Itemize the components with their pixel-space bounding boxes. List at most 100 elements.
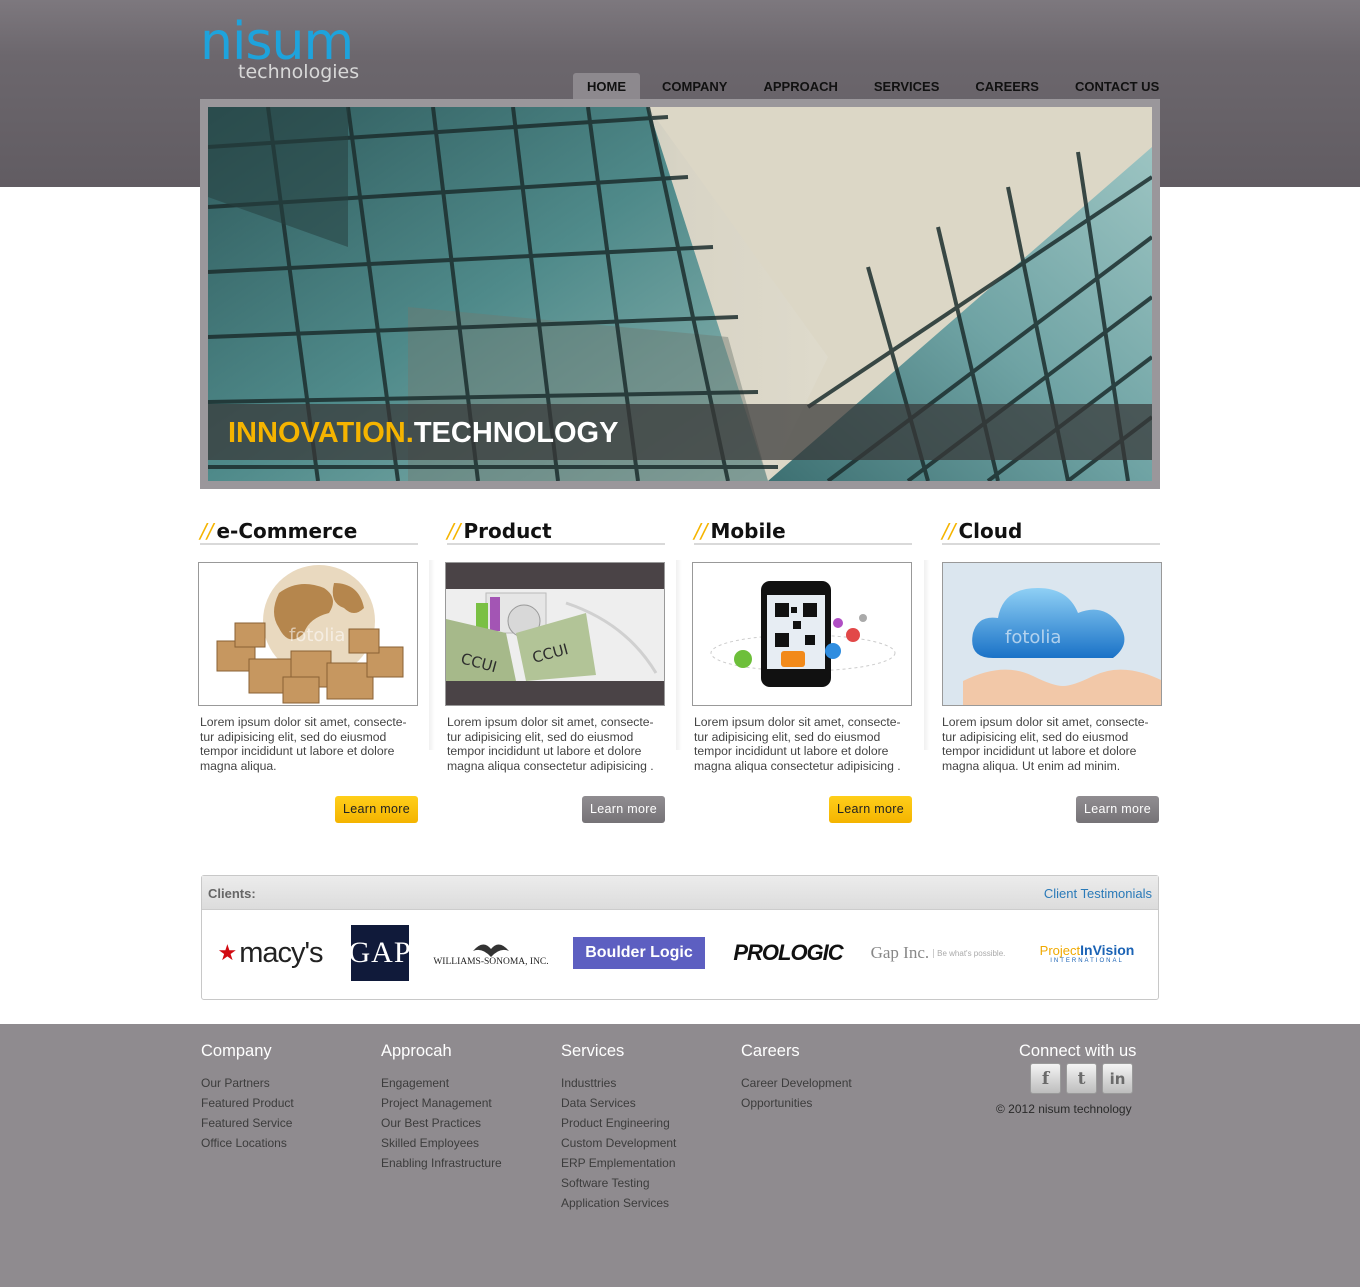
williams-sonoma-wordmark: WILLIAMS-SONOMA, INC. [433, 957, 549, 967]
eagle-icon [473, 944, 509, 957]
facebook-icon[interactable]: f [1030, 1063, 1061, 1094]
footer-link[interactable]: Career Development [741, 1073, 852, 1093]
feature-heading: //Mobile [694, 518, 912, 545]
footer-link[interactable]: Opportunities [741, 1093, 852, 1113]
nav-contact-us[interactable]: CONTACT US [1061, 73, 1173, 100]
prologic-wordmark: PROLOGIC [733, 940, 843, 965]
clients-header: Clients: Client Testimonials [202, 876, 1158, 910]
footer-heading: Approcah [381, 1042, 452, 1060]
product-image: CCUI CCUI [445, 562, 665, 706]
feature-heading: //Cloud [942, 518, 1160, 545]
prologic-logo[interactable]: PROLOGIC [730, 922, 846, 984]
slash-accent-icon: // [447, 519, 461, 543]
feature-description: Lorem ipsum dolor sit amet, consecte-tur… [200, 715, 407, 773]
social-links: f t in [1030, 1063, 1133, 1094]
feature-heading: //Product [447, 518, 665, 545]
footer-link[interactable]: Enabling Infrastructure [381, 1153, 502, 1173]
project-invision-logo[interactable]: Project InVision INTERNATIONAL [1032, 922, 1142, 984]
copyright-text: © 2012 nisum technology [996, 1102, 1132, 1116]
hero-title: INNOVATION.TECHNOLOGY [228, 418, 618, 448]
footer-link[interactable]: Skilled Employees [381, 1133, 502, 1153]
nav-company[interactable]: COMPANY [648, 73, 741, 100]
column-divider [924, 560, 930, 750]
project-invision-wordmark-2: InVision [1080, 942, 1135, 958]
gap-inc-logo[interactable]: Gap Inc. Be what's possible. [868, 922, 1008, 984]
star-icon: ★ [217, 940, 238, 965]
footer-company: Company Our Partners Featured Product Fe… [201, 1041, 294, 1153]
footer-link[interactable]: Project Management [381, 1093, 502, 1113]
clients-panel: Clients: Client Testimonials ★ macy's GA… [201, 875, 1159, 1000]
mobile-image [692, 562, 912, 706]
footer-link[interactable]: Industtries [561, 1073, 676, 1093]
project-invision-tagline: INTERNATIONAL [1050, 958, 1124, 964]
footer-link[interactable]: Engagement [381, 1073, 502, 1093]
linkedin-icon[interactable]: in [1102, 1063, 1133, 1094]
feature-title: Product [463, 519, 552, 543]
slash-accent-icon: // [694, 519, 708, 543]
main-nav: HOME COMPANY APPROACH SERVICES CAREERS C… [573, 73, 1173, 100]
gap-wordmark: GAP [348, 936, 412, 969]
boxes-globe-illustration: fotolia [199, 563, 417, 705]
client-testimonials-link[interactable]: Client Testimonials [1044, 886, 1152, 901]
column-divider [676, 560, 682, 750]
footer-heading: Services [561, 1042, 625, 1060]
footer-link[interactable]: Our Best Practices [381, 1113, 502, 1133]
footer-link[interactable]: Featured Product [201, 1093, 294, 1113]
file-folders-illustration: CCUI CCUI [446, 563, 664, 705]
footer-link[interactable]: Software Testing [561, 1173, 676, 1193]
footer-link[interactable]: Data Services [561, 1093, 676, 1113]
learn-more-button[interactable]: Learn more [829, 796, 912, 823]
nav-services[interactable]: SERVICES [860, 73, 954, 100]
hero-title-main: TECHNOLOGY [413, 417, 619, 449]
column-divider [429, 560, 435, 750]
footer-approach: Approcah Engagement Project Management O… [381, 1041, 502, 1173]
nav-careers[interactable]: CAREERS [961, 73, 1053, 100]
nav-approach[interactable]: APPROACH [749, 73, 851, 100]
gap-logo[interactable]: GAP [348, 925, 412, 981]
footer-link[interactable]: Our Partners [201, 1073, 294, 1093]
feature-heading: //e-Commerce [200, 518, 418, 545]
hero-title-accent: INNOVATION. [228, 417, 414, 449]
footer-careers: Careers Career Development Opportunities [741, 1041, 852, 1113]
gap-inc-wordmark: Gap Inc. [870, 943, 930, 962]
learn-more-button[interactable]: Learn more [335, 796, 418, 823]
learn-more-button[interactable]: Learn more [1076, 796, 1159, 823]
feature-ecommerce: //e-Commerce fotolia Lorem ipsum dolor s… [198, 518, 418, 823]
feature-title: Cloud [958, 519, 1023, 543]
footer-services: Services Industtries Data Services Produ… [561, 1041, 676, 1213]
feature-title: e-Commerce [216, 519, 358, 543]
macys-logo[interactable]: ★ macy's [214, 922, 326, 984]
boulder-logic-wordmark: Boulder Logic [585, 944, 693, 961]
footer-heading: Connect with us [1019, 1042, 1137, 1060]
feature-title: Mobile [710, 519, 786, 543]
nisum-logo[interactable]: nisum technologies [200, 16, 360, 88]
project-invision-wordmark-1: Project [1039, 943, 1081, 958]
learn-more-button[interactable]: Learn more [582, 796, 665, 823]
feature-cloud: //Cloud fotolia Lorem ipsum dolor sit am… [942, 518, 1162, 823]
logo-subtitle: technologies [238, 61, 360, 83]
footer-link[interactable]: Product Engineering [561, 1113, 676, 1133]
hands-cloud-illustration: fotolia [943, 563, 1161, 705]
footer-link[interactable]: Featured Service [201, 1113, 294, 1133]
macys-wordmark: macy's [239, 936, 323, 969]
slash-accent-icon: // [200, 519, 214, 543]
feature-description: Lorem ipsum dolor sit amet, consecte-tur… [447, 715, 654, 773]
williams-sonoma-logo[interactable]: WILLIAMS-SONOMA, INC. [429, 922, 553, 984]
footer-link[interactable]: Custom Development [561, 1133, 676, 1153]
feature-mobile: //Mobile Lorem ipsum dolor sit amet, con… [692, 518, 912, 823]
feature-product: //Product CCUI CCUI Lorem ipsum dolor si… [445, 518, 665, 823]
footer-link[interactable]: ERP Emplementation [561, 1153, 676, 1173]
feature-description: Lorem ipsum dolor sit amet, consecte-tur… [942, 715, 1149, 773]
twitter-icon[interactable]: t [1066, 1063, 1097, 1094]
footer-heading: Careers [741, 1042, 800, 1060]
watermark-text: fotolia [289, 625, 345, 646]
clients-label: Clients: [208, 886, 256, 901]
boulder-logic-logo[interactable]: Boulder Logic [573, 937, 705, 969]
ecommerce-image: fotolia [198, 562, 418, 706]
nav-home[interactable]: HOME [573, 73, 640, 100]
footer-link[interactable]: Office Locations [201, 1133, 294, 1153]
footer-link[interactable]: Application Services [561, 1193, 676, 1213]
watermark-text: fotolia [1005, 627, 1061, 648]
footer-heading: Company [201, 1042, 272, 1060]
hero-image: INNOVATION.TECHNOLOGY [208, 107, 1152, 481]
